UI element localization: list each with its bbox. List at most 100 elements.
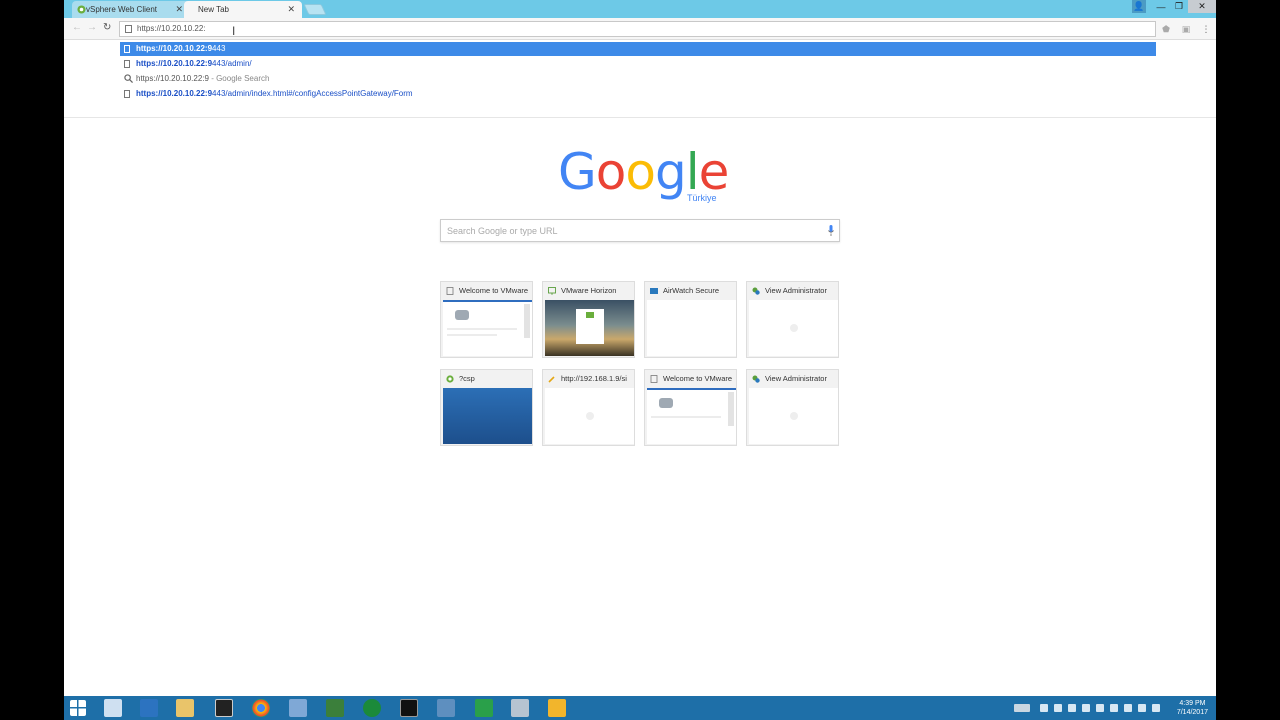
extension-icon[interactable]: ⬟ <box>1161 24 1171 34</box>
tile-title: ?csp <box>459 374 475 383</box>
page-icon <box>124 45 130 53</box>
page-icon <box>125 25 132 33</box>
logo-letter: o <box>595 143 627 201</box>
google-country: Türkiye <box>687 193 717 203</box>
tile-thumbnail <box>545 300 634 356</box>
keyboard-icon[interactable] <box>1014 704 1030 712</box>
rdp-manager-icon[interactable] <box>215 699 233 717</box>
tab-new-tab[interactable]: New Tab ✕ <box>184 1 302 18</box>
close-window-button[interactable]: ✕ <box>1188 0 1216 13</box>
windows-start-icon[interactable] <box>70 700 86 716</box>
horizon-icon <box>548 287 556 295</box>
close-tab-icon[interactable]: ✕ <box>175 4 183 15</box>
suggestion-query: https://10.20.10.22:9 <box>136 74 209 83</box>
tab-strip: vSphere Web Client ✕ New Tab ✕ 👤 — ❐ ✕ <box>64 0 1216 18</box>
menu-icon[interactable]: ⋮ <box>1201 24 1211 34</box>
user-icon[interactable]: 👤 <box>1132 0 1146 13</box>
tile-thumbnail <box>749 388 838 444</box>
network-tray-icon[interactable] <box>1138 704 1146 712</box>
most-visited-tile[interactable]: View Administrator <box>746 281 839 358</box>
most-visited-tile[interactable]: ?csp <box>440 369 533 446</box>
tab-label: New Tab <box>198 5 229 14</box>
chrome-icon[interactable] <box>252 699 270 717</box>
suggestion-url-rest: 443/admin/index.html#/configAccessPointG… <box>212 89 413 98</box>
search-input[interactable]: Search Google or type URL <box>440 219 840 242</box>
taskbar: 4:39 PM 7/14/2017 <box>64 696 1216 720</box>
vsphere-icon <box>446 375 454 383</box>
file-explorer-icon[interactable] <box>176 699 194 717</box>
tile-title: Welcome to VMware <box>663 374 733 383</box>
browser-toolbar: ← → ↻ https://10.20.10.22: ⬟ ▣ ⋮ <box>64 18 1216 40</box>
browser-window: vSphere Web Client ✕ New Tab ✕ 👤 — ❐ ✕ ←… <box>64 0 1216 696</box>
most-visited-tile[interactable]: Welcome to VMware <box>644 369 737 446</box>
tray-icon[interactable] <box>1040 704 1048 712</box>
most-visited-tile[interactable]: Welcome to VMware <box>440 281 533 358</box>
clock-date: 7/14/2017 <box>1176 709 1208 716</box>
back-button[interactable]: ← <box>72 22 82 33</box>
close-tab-icon[interactable]: ✕ <box>287 4 295 15</box>
tile-thumbnail <box>749 300 838 356</box>
tool-icon[interactable] <box>548 699 566 717</box>
tray-icon[interactable] <box>1124 704 1132 712</box>
restore-button[interactable]: ❐ <box>1170 0 1188 13</box>
volume-icon[interactable] <box>1152 704 1160 712</box>
page-icon <box>650 375 658 383</box>
forward-button[interactable]: → <box>87 22 97 33</box>
horizon-client-icon[interactable] <box>363 699 381 717</box>
tile-title: View Administrator <box>765 374 827 383</box>
tray-icon[interactable] <box>1054 704 1062 712</box>
monitor-icon[interactable] <box>511 699 529 717</box>
address-bar[interactable]: https://10.20.10.22: <box>119 21 1156 37</box>
network-icon[interactable] <box>289 699 307 717</box>
tile-thumbnail <box>443 388 532 444</box>
address-value: https://10.20.10.22: <box>137 24 206 33</box>
page-icon <box>446 287 454 295</box>
loading-dot <box>586 412 594 420</box>
loading-dot <box>790 324 798 332</box>
window-controls: 👤 — ❐ ✕ <box>1132 0 1216 14</box>
key-icon <box>548 376 555 383</box>
suggestion-item[interactable]: https://10.20.10.22:9443/admin/ <box>120 57 252 71</box>
tile-title: VMware Horizon <box>561 286 617 295</box>
most-visited-tile[interactable]: VMware Horizon <box>542 281 635 358</box>
vmware-console-icon[interactable] <box>326 699 344 717</box>
page-icon <box>124 60 130 68</box>
suggestion-engine: Google Search <box>216 74 270 83</box>
powershell-icon[interactable] <box>140 699 158 717</box>
suggestion-url: https://10.20.10.22:9 <box>136 44 213 53</box>
reload-button[interactable]: ↻ <box>103 22 111 33</box>
tray-icon[interactable] <box>1110 704 1118 712</box>
suggestion-item[interactable]: https://10.20.10.22:9443/admin/index.htm… <box>120 87 413 101</box>
tile-thumbnail <box>545 388 634 444</box>
tray-icon[interactable] <box>1082 704 1090 712</box>
suggestion-url: https://10.20.10.22:9 <box>136 59 213 68</box>
tile-title: AirWatch Secure <box>663 286 719 295</box>
new-tab-button[interactable] <box>303 4 327 15</box>
most-visited-tile[interactable]: View Administrator <box>746 369 839 446</box>
cmd-icon[interactable] <box>400 699 418 717</box>
text-cursor-icon: I <box>232 24 236 38</box>
suggestion-item[interactable]: https://10.20.10.22:9 - Google Search <box>120 72 269 86</box>
tile-thumbnail <box>647 388 736 444</box>
extension-icon-2[interactable]: ▣ <box>1181 24 1191 34</box>
tab-label: vSphere Web Client <box>86 5 157 14</box>
tile-title: View Administrator <box>765 286 827 295</box>
tray-icon[interactable] <box>1068 704 1076 712</box>
tray-icon[interactable] <box>1096 704 1104 712</box>
taskbar-clock[interactable]: 4:39 PM 7/14/2017 <box>1177 699 1208 717</box>
most-visited-tile[interactable]: AirWatch Secure <box>644 281 737 358</box>
tile-title: Welcome to VMware <box>459 286 529 295</box>
tab-vsphere[interactable]: vSphere Web Client ✕ <box>72 1 190 18</box>
vmware-view-icon[interactable] <box>475 699 493 717</box>
logo-letter: g <box>654 143 687 201</box>
search-placeholder: Search Google or type URL <box>447 226 558 236</box>
minimize-button[interactable]: — <box>1152 0 1170 13</box>
logo-letter: G <box>558 143 597 201</box>
microphone-icon[interactable] <box>828 225 834 237</box>
server-manager-icon[interactable] <box>104 699 122 717</box>
users-icon[interactable] <box>437 699 455 717</box>
suggestion-dropdown: https://10.20.10.22:9443 https://10.20.1… <box>64 40 1216 118</box>
suggestion-item[interactable]: https://10.20.10.22:9443 <box>120 42 1156 56</box>
most-visited-tile[interactable]: http://192.168.1.9/si <box>542 369 635 446</box>
loading-dot <box>790 412 798 420</box>
